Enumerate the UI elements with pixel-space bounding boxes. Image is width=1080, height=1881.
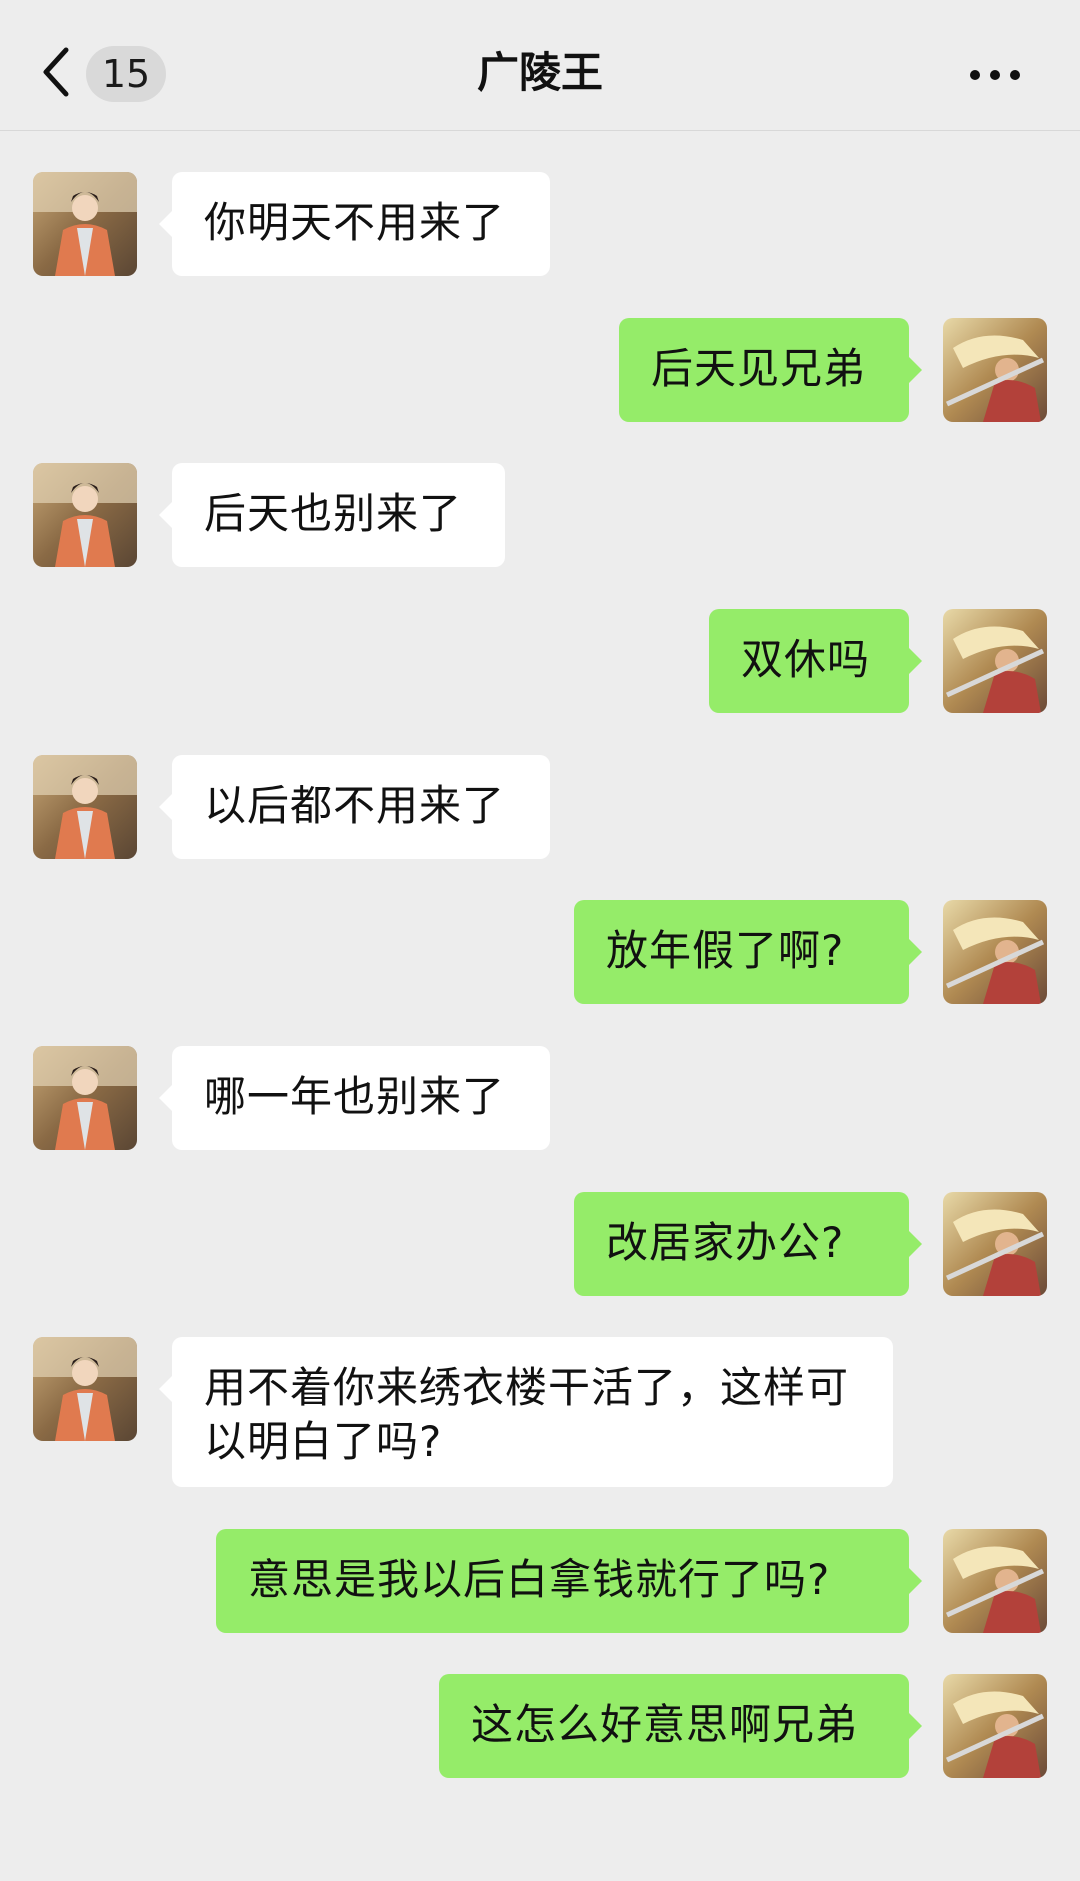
message-bubble[interactable]: 双休吗 xyxy=(709,609,922,713)
message-bubble[interactable]: 后天见兄弟 xyxy=(619,318,922,422)
message-bubble[interactable]: 哪一年也别来了 xyxy=(159,1046,550,1150)
contact-avatar[interactable] xyxy=(33,755,137,859)
more-button[interactable] xyxy=(965,60,1025,90)
contact-avatar[interactable] xyxy=(33,1046,137,1150)
message-bubble[interactable]: 你明天不用来了 xyxy=(159,172,550,276)
message-bubble[interactable]: 用不着你来绣衣楼干活了，这样可以明白了吗? xyxy=(159,1337,893,1487)
self-avatar[interactable] xyxy=(943,1529,1047,1633)
contact-avatar[interactable] xyxy=(33,172,137,276)
message-bubble[interactable]: 意思是我以后白拿钱就行了吗? xyxy=(216,1529,922,1633)
message-bubble[interactable]: 后天也别来了 xyxy=(159,463,505,567)
chat-header: 15 广陵王 xyxy=(0,0,1080,131)
chat-title: 广陵王 xyxy=(476,48,603,97)
message-bubble[interactable]: 这怎么好意思啊兄弟 xyxy=(439,1674,922,1778)
self-avatar[interactable] xyxy=(943,1192,1047,1296)
self-avatar[interactable] xyxy=(943,900,1047,1004)
contact-avatar[interactable] xyxy=(33,1337,137,1441)
contact-avatar[interactable] xyxy=(33,463,137,567)
message-bubble[interactable]: 以后都不用来了 xyxy=(159,755,550,859)
self-avatar[interactable] xyxy=(943,318,1047,422)
self-avatar[interactable] xyxy=(943,1674,1047,1778)
message-bubble[interactable]: 放年假了啊? xyxy=(574,900,922,1004)
more-dots-icon xyxy=(970,70,1020,80)
message-bubble[interactable]: 改居家办公? xyxy=(574,1192,922,1296)
self-avatar[interactable] xyxy=(943,609,1047,713)
